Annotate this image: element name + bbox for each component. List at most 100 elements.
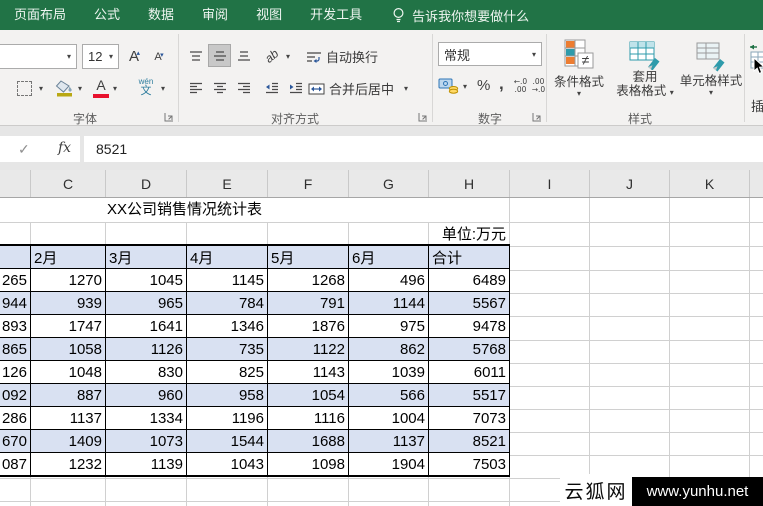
format-as-table-button[interactable]: 套用 表格格式 ▾: [612, 38, 678, 98]
unit-row-cell[interactable]: [187, 223, 268, 244]
data-cell[interactable]: 1143: [267, 360, 349, 384]
month-header-cell[interactable]: 合计: [428, 244, 510, 269]
data-cell[interactable]: 1688: [267, 429, 349, 453]
unit-row-cell[interactable]: [349, 223, 429, 244]
data-cell[interactable]: 1270: [30, 268, 106, 292]
conditional-formatting-button[interactable]: ≠ 条件格式 ▾: [548, 38, 610, 98]
data-cell[interactable]: 1045: [105, 268, 187, 292]
data-cell[interactable]: 087: [0, 452, 31, 477]
align-center-button[interactable]: [208, 76, 231, 99]
data-cell[interactable]: 893: [0, 314, 31, 338]
data-cell[interactable]: 1268: [267, 268, 349, 292]
data-cell[interactable]: 830: [105, 360, 187, 384]
data-cell[interactable]: 1346: [186, 314, 268, 338]
data-cell[interactable]: 1004: [348, 406, 429, 430]
month-header-cell[interactable]: 3月: [105, 244, 187, 269]
align-bottom-button[interactable]: [232, 44, 255, 67]
fill-color-dropdown[interactable]: ▾: [78, 84, 82, 93]
increase-indent-button[interactable]: [284, 76, 307, 99]
orientation-dropdown[interactable]: ▾: [286, 52, 290, 61]
font-color-button[interactable]: A: [92, 76, 110, 100]
data-cell[interactable]: 1641: [105, 314, 187, 338]
percent-style-button[interactable]: %: [477, 77, 490, 94]
increase-font-size-button[interactable]: A ▴: [123, 45, 145, 68]
tab-page-layout[interactable]: 页面布局: [0, 0, 80, 30]
data-cell[interactable]: 1904: [348, 452, 429, 477]
data-cell[interactable]: 1058: [30, 337, 106, 361]
accounting-format-button[interactable]: [437, 74, 461, 96]
decrease-indent-button[interactable]: [260, 76, 283, 99]
worksheet[interactable]: XX公司销售情况统计表 单位:万元 2月 3月 4月 5月 6月 合计 265 1270 104…: [0, 198, 763, 506]
column-header-K[interactable]: K: [669, 170, 749, 197]
unit-label-cell[interactable]: 单位:万元: [429, 223, 509, 244]
column-header-G[interactable]: G: [348, 170, 428, 197]
data-cell[interactable]: 784: [186, 291, 268, 315]
data-cell[interactable]: 566: [348, 383, 429, 407]
column-header-J[interactable]: J: [589, 170, 669, 197]
data-cell[interactable]: 1232: [30, 452, 106, 477]
unit-row-cell[interactable]: [0, 223, 31, 244]
data-cell[interactable]: 960: [105, 383, 187, 407]
data-cell[interactable]: 1126: [105, 337, 187, 361]
data-cell[interactable]: 825: [186, 360, 268, 384]
unit-row-cell[interactable]: [106, 223, 187, 244]
data-cell[interactable]: 5517: [428, 383, 510, 407]
data-cell[interactable]: 1137: [30, 406, 106, 430]
data-cell[interactable]: 862: [348, 337, 429, 361]
align-left-button[interactable]: [184, 76, 207, 99]
insert-function-button[interactable]: fx: [58, 140, 71, 156]
column-header-partial-L[interactable]: [749, 170, 763, 197]
data-cell[interactable]: 1137: [348, 429, 429, 453]
wrap-text-button[interactable]: 自动换行: [306, 47, 378, 66]
data-cell[interactable]: 939: [30, 291, 106, 315]
data-cell[interactable]: 286: [0, 406, 31, 430]
data-cell[interactable]: 5567: [428, 291, 510, 315]
data-cell[interactable]: 1747: [30, 314, 106, 338]
data-cell[interactable]: 8521: [428, 429, 510, 453]
data-cell[interactable]: 1145: [186, 268, 268, 292]
data-cell[interactable]: 1409: [30, 429, 106, 453]
data-cell[interactable]: 944: [0, 291, 31, 315]
column-header-partial-B[interactable]: [0, 170, 30, 197]
decrease-font-size-button[interactable]: A ▾: [147, 47, 169, 68]
data-cell[interactable]: 791: [267, 291, 349, 315]
data-cell[interactable]: 1196: [186, 406, 268, 430]
data-cell[interactable]: 1048: [30, 360, 106, 384]
data-cell[interactable]: 887: [30, 383, 106, 407]
data-cell[interactable]: 865: [0, 337, 31, 361]
cell-styles-button[interactable]: 单元格样式 ▾: [678, 38, 744, 97]
alignment-dialog-launcher[interactable]: [418, 112, 428, 122]
tab-data[interactable]: 数据: [134, 0, 188, 30]
font-size-select[interactable]: 12 ▾: [82, 44, 119, 69]
phonetic-guide-button[interactable]: wén 文: [134, 74, 158, 100]
data-cell[interactable]: 735: [186, 337, 268, 361]
data-cell[interactable]: 670: [0, 429, 31, 453]
data-cell[interactable]: 1054: [267, 383, 349, 407]
data-cell[interactable]: 1334: [105, 406, 187, 430]
font-color-dropdown[interactable]: ▾: [113, 84, 117, 93]
data-cell[interactable]: 1039: [348, 360, 429, 384]
data-cell[interactable]: 965: [105, 291, 187, 315]
data-cell[interactable]: 1544: [186, 429, 268, 453]
comma-style-button[interactable]: ,: [499, 74, 504, 94]
data-cell[interactable]: 975: [348, 314, 429, 338]
data-cell[interactable]: 5768: [428, 337, 510, 361]
fill-color-button[interactable]: [54, 76, 76, 100]
data-cell[interactable]: 958: [186, 383, 268, 407]
data-cell[interactable]: 7503: [428, 452, 510, 477]
month-header-cell[interactable]: 4月: [186, 244, 268, 269]
formula-input[interactable]: 8521: [84, 136, 763, 162]
column-header-E[interactable]: E: [186, 170, 267, 197]
data-cell[interactable]: 092: [0, 383, 31, 407]
data-cell[interactable]: 1098: [267, 452, 349, 477]
data-cell[interactable]: 6489: [428, 268, 510, 292]
font-dialog-launcher[interactable]: [164, 112, 174, 122]
align-right-button[interactable]: [232, 76, 255, 99]
data-cell[interactable]: 496: [348, 268, 429, 292]
data-cell[interactable]: 7073: [428, 406, 510, 430]
column-header-C[interactable]: C: [30, 170, 105, 197]
borders-dropdown[interactable]: ▾: [39, 84, 43, 93]
month-header-cell-partial[interactable]: [0, 244, 31, 269]
tab-review[interactable]: 审阅: [188, 0, 242, 30]
column-header-F[interactable]: F: [267, 170, 348, 197]
